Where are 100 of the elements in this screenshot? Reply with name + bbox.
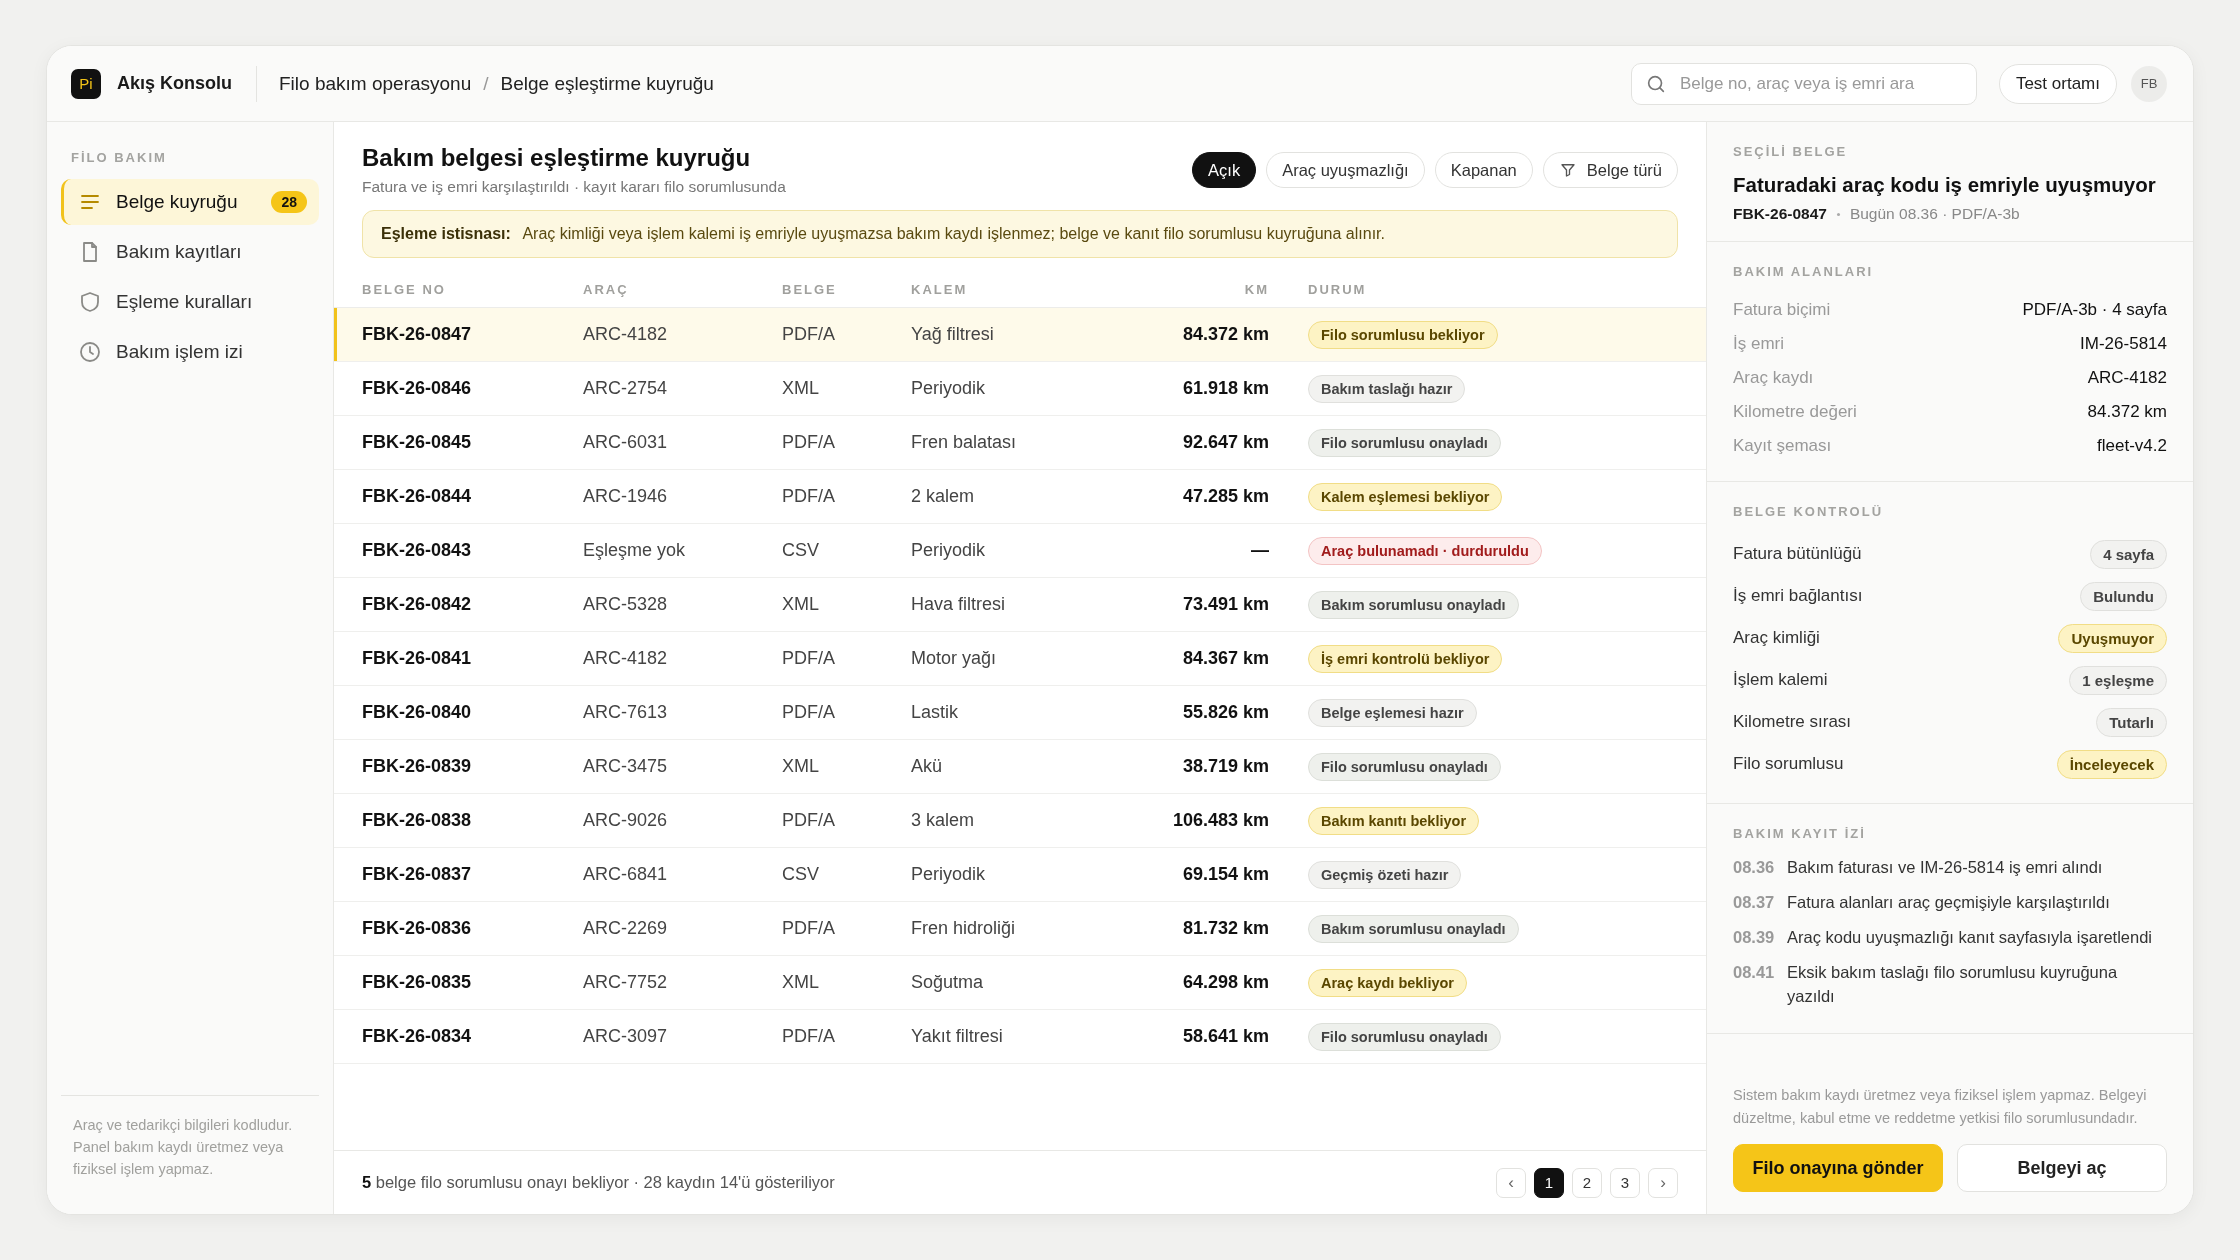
table-cell: ARC-4182 <box>583 648 668 668</box>
table-cell: ARC-2269 <box>583 918 668 938</box>
table-row[interactable]: FBK-26-0841 ARC-4182 PDF/A Motor yağı 84.367 km İş emri kontrolü bekliyor <box>334 631 1706 686</box>
table-cell: Fren hidroliği <box>911 918 1016 938</box>
table-cell: FBK-26-0836 <box>362 918 472 938</box>
table-cell: ARC-5328 <box>583 594 668 614</box>
table-row[interactable]: FBK-26-0842 ARC-5328 XML Hava filtresi 73.491 km Bakım sorumlusu onayladı <box>334 577 1706 632</box>
log-entry: Fatura alanları araç geçmişiyle karşılaştırıldı <box>1787 892 2110 913</box>
table-cell: 2 kalem <box>911 486 975 506</box>
field-label: Araç kaydı <box>1733 368 1814 388</box>
table-row[interactable]: FBK-26-0837 ARC-6841 CSV Periyodik 69.154 km Geçmiş özeti hazır <box>334 847 1706 902</box>
table-row[interactable]: FBK-26-0846 ARC-2754 XML Periyodik 61.918 km Bakım taslağı hazır <box>334 361 1706 416</box>
field-value: 84.372 km <box>2087 402 2167 422</box>
info-note: Araç ve tedarikçi bilgileri kodludur. Panel bakım kaydı üretmez veya fiziksel işlem yapmaz. <box>61 1095 319 1214</box>
table-cell: FBK-26-0837 <box>362 864 472 884</box>
log-entry: Bakım faturası ve IM-26-5814 iş emri alındı <box>1787 857 2103 878</box>
table-cell: ARC-6841 <box>583 864 668 884</box>
status-badge: Geçmiş özeti hazır <box>1308 860 1462 889</box>
table-cell: PDF/A <box>782 918 835 938</box>
table-cell: Fren balatası <box>911 432 1017 452</box>
table-cell: PDF/A <box>782 1026 835 1046</box>
table-cell: ARC-7752 <box>583 972 668 992</box>
breadcrumb-link[interactable]: Filo bakım operasyonu <box>279 72 472 95</box>
table-cell: FBK-26-0844 <box>362 486 472 506</box>
table-cell: 73.491 km <box>1182 594 1269 614</box>
check-badge: 4 sayfa <box>2090 539 2167 569</box>
check-label: İşlem kalemi <box>1733 670 1828 690</box>
table-cell: 3 kalem <box>911 810 975 830</box>
submit-button[interactable]: Filo onayına gönder <box>1733 1144 1943 1192</box>
table-cell: FBK-26-0847 <box>362 324 472 344</box>
sidebar-item[interactable]: Belge kuyruğu 28 <box>61 179 319 225</box>
status-badge: Bakım sorumlusu onayladı <box>1308 914 1519 943</box>
column-header: KALEM <box>911 272 1111 308</box>
table-cell: Akü <box>911 756 943 776</box>
table-cell: Periyodik <box>911 540 986 560</box>
table-cell: Yağ filtresi <box>911 324 994 344</box>
sidebar-item[interactable]: Eşleme kuralları <box>61 279 319 325</box>
environment-button[interactable]: Test ortamı <box>1998 63 2117 104</box>
clock-icon <box>78 340 102 364</box>
table-row[interactable]: FBK-26-0835 ARC-7752 XML Soğutma 64.298 km Araç kaydı bekliyor <box>334 955 1706 1010</box>
warning-banner: Eşleme istisnası: Araç kimliği veya işlem kalemi iş emriyle uyuşmazsa bakım kaydı işlenmez; belge ve kanıt filo sorumlusu kuyruğuna alınır. <box>362 210 1678 258</box>
table-cell: FBK-26-0840 <box>362 702 472 722</box>
filter-chip[interactable]: Açık <box>1192 152 1257 188</box>
table-cell: Soğutma <box>911 972 984 992</box>
detail-title: Faturadaki araç kodu iş emriyle uyuşmuyor <box>1733 173 2157 197</box>
table-cell: FBK-26-0834 <box>362 1026 472 1046</box>
user-avatar[interactable]: FB <box>2131 65 2167 102</box>
table-cell: PDF/A <box>782 432 835 452</box>
status-badge: Filo sorumlusu bekliyor <box>1308 320 1498 349</box>
log-time: 08.36 <box>1733 857 1775 878</box>
table-cell: CSV <box>782 540 819 560</box>
status-badge: Filo sorumlusu onayladı <box>1308 428 1501 457</box>
open-button[interactable]: Belgeyi aç <box>1957 1144 2167 1192</box>
shield-icon <box>78 290 102 314</box>
filter-button[interactable]: Belge türü <box>1542 152 1678 188</box>
status-badge: Filo sorumlusu onayladı <box>1308 752 1501 781</box>
table-cell: — <box>1251 540 1269 560</box>
table-row[interactable]: FBK-26-0845 ARC-6031 PDF/A Fren balatası 92.647 km Filo sorumlusu onayladı <box>334 415 1706 470</box>
item-label: Bakım işlem izi <box>116 341 244 363</box>
table-row[interactable]: FBK-26-0836 ARC-2269 PDF/A Fren hidroliği 81.732 km Bakım sorumlusu onayladı <box>334 901 1706 956</box>
status-badge: Araç bulunamadı · durduruldu <box>1308 536 1542 565</box>
field-label: Fatura biçimi <box>1733 300 1831 320</box>
item-label: Bakım kayıtları <box>116 241 243 263</box>
table-cell: Motor yağı <box>911 648 997 668</box>
count-badge: 28 <box>271 191 307 213</box>
page-button[interactable]: 2 <box>1572 1167 1602 1198</box>
table-cell: 84.367 km <box>1182 648 1269 668</box>
filter-chip[interactable]: Araç uyuşmazlığı <box>1266 152 1425 188</box>
table-cell: 81.732 km <box>1182 918 1269 938</box>
table-cell: 47.285 km <box>1182 486 1269 506</box>
field-value: PDF/A-3b · 4 sayfa <box>2022 300 2167 320</box>
log-time: 08.39 <box>1733 927 1775 948</box>
search-field[interactable]: Belge no, araç veya iş emri ara <box>1630 62 1977 105</box>
table-row[interactable]: FBK-26-0843 Eşleşme yok CSV Periyodik — Araç bulunamadı · durduruldu <box>334 523 1706 578</box>
check-badge: Uyuşmuyor <box>2058 623 2167 653</box>
status-badge: Filo sorumlusu onayladı <box>1308 1022 1501 1051</box>
status-badge: Araç kaydı bekliyor <box>1308 968 1467 997</box>
field-value: ARC-4182 <box>2087 368 2167 388</box>
table-row[interactable]: FBK-26-0844 ARC-1946 PDF/A 2 kalem 47.285 km Kalem eşlemesi bekliyor <box>334 469 1706 524</box>
table-cell: PDF/A <box>782 702 835 722</box>
table-cell: FBK-26-0841 <box>362 648 472 668</box>
table-row[interactable]: FBK-26-0834 ARC-3097 PDF/A Yakıt filtresi 58.641 km Filo sorumlusu onayladı <box>334 1009 1706 1064</box>
sidebar-item[interactable]: Bakım işlem izi <box>61 329 319 375</box>
table-row[interactable]: FBK-26-0840 ARC-7613 PDF/A Lastik 55.826 km Belge eşlemesi hazır <box>334 685 1706 740</box>
sidebar-item[interactable]: Bakım kayıtları <box>61 229 319 275</box>
page-button[interactable]: 1 <box>1534 1167 1564 1198</box>
check-badge: Bulundu <box>2080 581 2167 611</box>
table-row[interactable]: FBK-26-0839 ARC-3475 XML Akü 38.719 km Filo sorumlusu onayladı <box>334 739 1706 794</box>
field-label: Kayıt şeması <box>1733 436 1832 456</box>
table-cell: 58.641 km <box>1182 1026 1269 1046</box>
table-cell: 92.647 km <box>1182 432 1269 452</box>
table-cell: ARC-3475 <box>583 756 668 776</box>
document-number: FBK-26-0847 <box>1733 205 1827 223</box>
page-button[interactable]: 3 <box>1610 1167 1640 1198</box>
table-row[interactable]: FBK-26-0847 ARC-4182 PDF/A Yağ filtresi 84.372 km Filo sorumlusu bekliyor <box>334 307 1706 362</box>
item-label: Eşleme kuralları <box>116 291 254 313</box>
status-badge: Kalem eşlemesi bekliyor <box>1308 482 1503 511</box>
breadcrumb-link[interactable]: Belge eşleştirme kuyruğu <box>500 72 714 95</box>
table-row[interactable]: FBK-26-0838 ARC-9026 PDF/A 3 kalem 106.483 km Bakım kanıtı bekliyor <box>334 793 1706 848</box>
filter-chip[interactable]: Kapanan <box>1434 152 1533 188</box>
